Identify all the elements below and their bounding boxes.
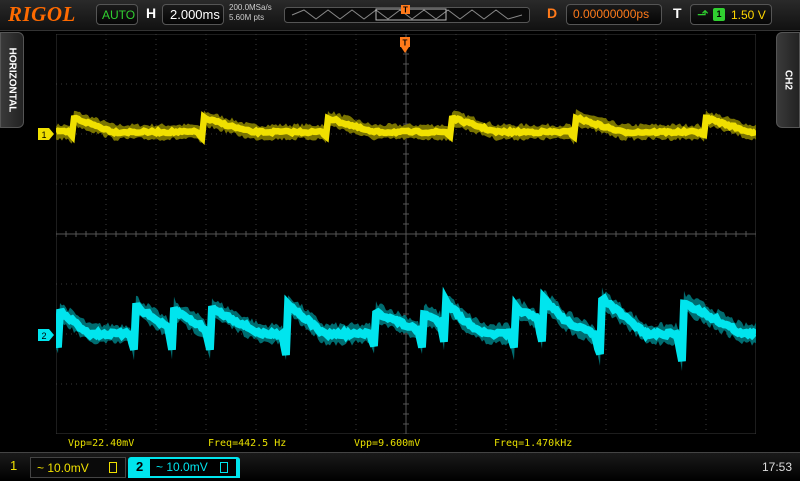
trigger-source-badge: 1	[713, 8, 725, 21]
measure-ch1-freq[interactable]: Freq=442.5 Hz	[208, 438, 286, 449]
delay-label: D	[547, 5, 558, 21]
trigger-level: 1.50 V	[731, 8, 766, 22]
ch2-offset-marker[interactable]: 2	[38, 329, 54, 341]
rigol-logo: RIGOL	[8, 2, 76, 26]
ch2-scale: ~ 10.0mV	[156, 460, 208, 474]
top-status-bar: RIGOL AUTO H 2.000ms 200.0MSa/s 5.60M pt…	[0, 0, 800, 31]
svg-text:T: T	[403, 6, 408, 15]
ch2-menu-tab[interactable]: CH2	[776, 32, 800, 128]
delay-box[interactable]: 0.00000000ps	[566, 4, 662, 25]
measure-ch1-vpp[interactable]: Vpp=22.40mV	[68, 438, 134, 449]
ch1-number[interactable]: 1	[10, 458, 17, 479]
ch1-scale-box[interactable]: ~ 10.0mV	[30, 457, 126, 478]
channel-status-bar: 1 ~ 10.0mV 2 ~ 10.0mV 17:53	[0, 452, 800, 481]
ch1-scale: ~ 10.0mV	[37, 461, 89, 475]
timebase-value: 2.000ms	[170, 7, 220, 22]
ch2-number: 2	[136, 459, 144, 474]
svg-text:2: 2	[41, 331, 46, 341]
delay-value: 0.00000000ps	[573, 7, 650, 21]
horizontal-label: H	[146, 5, 157, 21]
measure-ch2-vpp[interactable]: Vpp=9.600mV	[354, 438, 420, 449]
ch2-tab-label: CH2	[782, 69, 794, 91]
svg-text:1: 1	[41, 130, 46, 140]
memory-depth: 5.60M pts	[229, 13, 265, 22]
rising-edge-icon: ⬏	[697, 6, 709, 22]
trigger-position-marker-icon: T	[400, 37, 410, 53]
run-status-box[interactable]: AUTO	[96, 4, 138, 25]
ch2-scale-box[interactable]: 2 ~ 10.0mV	[128, 457, 240, 478]
memory-trigger-marker-icon: T	[401, 5, 410, 15]
acquisition-info: 200.0MSa/s 5.60M pts	[229, 3, 272, 23]
timebase-box[interactable]: 2.000ms	[162, 4, 224, 25]
waveform-display[interactable]	[56, 34, 756, 434]
trigger-label: T	[673, 5, 682, 21]
ch1-offset-marker[interactable]: 1	[38, 128, 54, 140]
trigger-box[interactable]: ⬏ 1 1.50 V	[690, 4, 772, 25]
sample-rate: 200.0MSa/s	[229, 3, 272, 12]
measurement-bar: Vpp=22.40mV Freq=442.5 Hz Vpp=9.600mV Fr…	[0, 436, 800, 452]
svg-text:T: T	[403, 39, 408, 48]
memory-position-bar[interactable]: T	[284, 4, 530, 26]
clock: 17:53	[761, 460, 792, 474]
horizontal-menu-tab[interactable]: HORIZONTAL	[0, 32, 24, 128]
measure-ch2-freq[interactable]: Freq=1.470kHz	[494, 438, 572, 449]
horizontal-tab-label: HORIZONTAL	[6, 47, 18, 113]
run-status: AUTO	[102, 8, 136, 22]
ch1-bw-icon	[109, 462, 117, 473]
ch2-bw-icon	[220, 462, 228, 473]
